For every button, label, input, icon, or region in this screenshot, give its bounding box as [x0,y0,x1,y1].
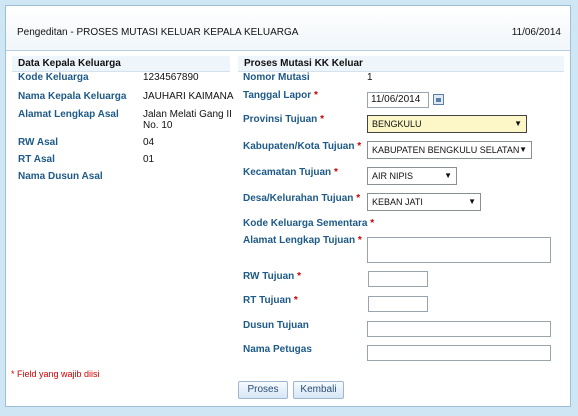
label-rt-tujuan: RT Tujuan * [243,295,298,306]
label-alamat-asal: Alamat Lengkap Asal [18,109,119,120]
label-nomor-mutasi: Nomor Mutasi [243,72,310,83]
chevron-down-icon: ▼ [514,119,522,128]
value-nomor-mutasi: 1 [367,72,373,83]
dusun-tujuan-input[interactable] [367,321,551,337]
label-dusun-tujuan: Dusun Tujuan [243,320,309,331]
tanggal-lapor-input[interactable]: 11/06/2014 [367,92,429,108]
kecamatan-select[interactable]: AIR NIPIS ▼ [367,167,457,185]
value-nama-kepala-keluarga: JAUHARI KAIMANA [143,91,234,102]
value-rt-asal: 01 [143,154,155,165]
label-rw-tujuan: RW Tujuan * [243,271,301,282]
label-kode-keluarga-sementara: Kode Keluarga Sementara * [243,218,375,229]
desa-select[interactable]: KEBAN JATI ▼ [367,193,481,211]
nama-petugas-input[interactable] [367,345,551,361]
required-field-note: * Field yang wajib diisi [11,369,100,379]
label-tanggal-lapor: Tanggal Lapor * [243,90,318,101]
section-data-kepala-keluarga: Data Kepala Keluarga [12,56,230,72]
alamat-tujuan-textarea[interactable] [367,237,551,263]
form-panel: Pengeditan - PROSES MUTASI KELUAR KEPALA… [5,5,571,407]
proses-button[interactable]: Proses [238,381,288,399]
value-kode-keluarga: 1234567890 [143,72,199,83]
label-kabupaten-tujuan: Kabupaten/Kota Tujuan * [243,141,362,152]
header-date: 11/06/2014 [511,27,561,38]
provinsi-select[interactable]: BENGKULU ▼ [367,115,527,133]
section-proses-mutasi: Proses Mutasi KK Keluar [238,56,564,72]
label-kecamatan-tujuan: Kecamatan Tujuan * [243,167,338,178]
label-rt-asal: RT Asal [18,154,55,165]
calendar-icon[interactable] [433,94,444,105]
chevron-down-icon: ▼ [444,171,452,180]
label-provinsi-tujuan: Provinsi Tujuan * [243,114,324,125]
kabupaten-select[interactable]: KABUPATEN BENGKULU SELATAN ▼ [367,141,532,159]
label-dusun-asal: Nama Dusun Asal [18,171,103,182]
value-rw-asal: 04 [143,137,155,148]
label-alamat-tujuan: Alamat Lengkap Tujuan * [243,235,362,246]
label-kode-keluarga: Kode Keluarga [18,72,89,83]
label-nama-kepala-keluarga: Nama Kepala Keluarga [18,91,127,102]
label-nama-petugas: Nama Petugas [243,344,312,355]
kembali-button[interactable]: Kembali [293,381,344,399]
rt-tujuan-input[interactable] [368,296,428,312]
label-rw-asal: RW Asal [18,137,59,148]
rw-tujuan-input[interactable] [368,271,428,287]
label-desa-tujuan: Desa/Kelurahan Tujuan * [243,193,361,204]
panel-header: Pengeditan - PROSES MUTASI KELUAR KEPALA… [6,6,570,51]
chevron-down-icon: ▼ [519,145,527,154]
page-title: Pengeditan - PROSES MUTASI KELUAR KEPALA… [17,27,299,38]
value-alamat-asal-line2: No. 10 [143,120,173,131]
chevron-down-icon: ▼ [468,197,476,206]
